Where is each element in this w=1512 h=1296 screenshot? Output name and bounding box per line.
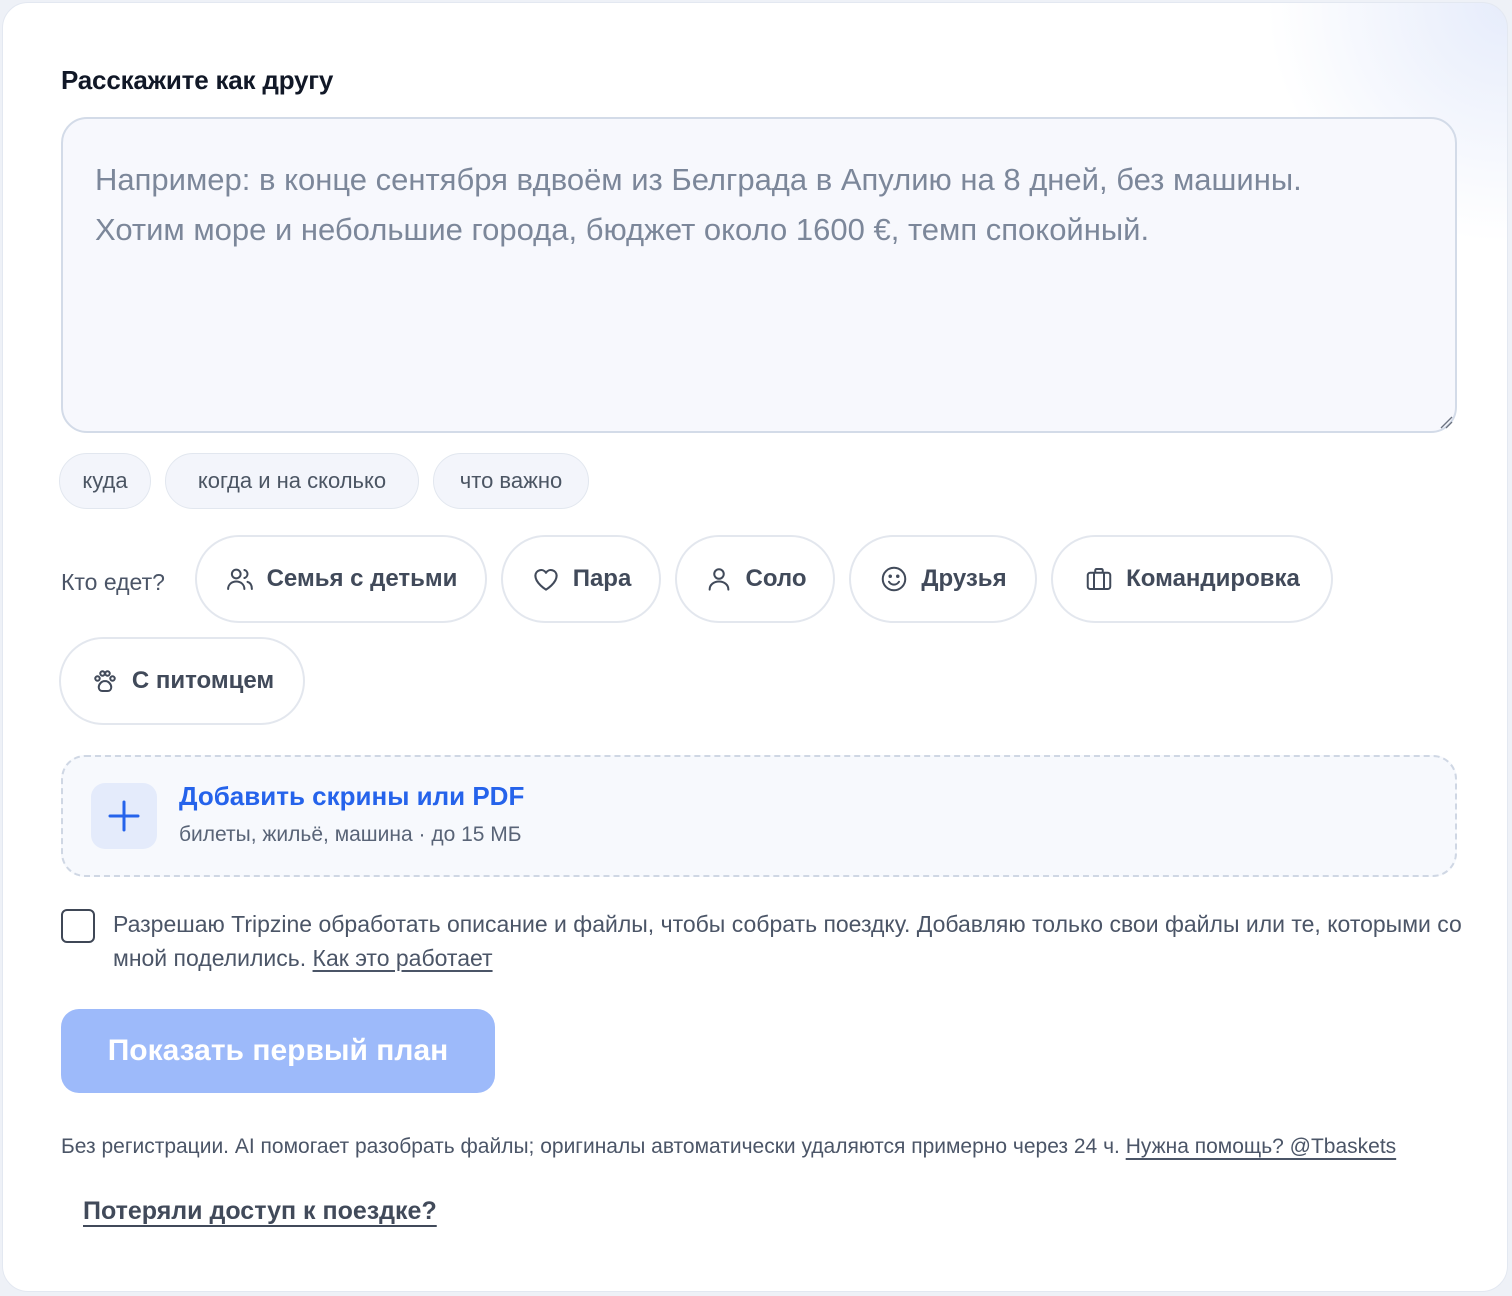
paw-icon xyxy=(94,670,116,692)
traveler-option-label: Командировка xyxy=(1126,565,1300,592)
hint-chip-important[interactable]: что важно xyxy=(433,453,589,509)
traveler-option-label: Пара xyxy=(572,565,632,592)
trip-description-field-wrapper xyxy=(61,117,1457,433)
traveler-option-label: Семья с детьми xyxy=(266,565,458,592)
users-icon xyxy=(226,568,253,590)
upload-subtitle: билеты, жильё, машина · до 15 МБ xyxy=(179,823,522,846)
trip-form-card: Расскажите как другу куда когда и на ско… xyxy=(2,2,1508,1292)
help-link[interactable]: Нужна помощь? @Tbaskets xyxy=(1126,1135,1396,1158)
briefcase-icon xyxy=(1086,568,1112,590)
footer-note: Без регистрации. AI помогает разобрать ф… xyxy=(61,1115,1421,1245)
smile-icon xyxy=(882,566,907,592)
form-title: Расскажите как другу xyxy=(61,65,334,95)
plus-icon xyxy=(108,800,140,832)
add-file-button[interactable] xyxy=(91,783,157,849)
file-upload-dropzone[interactable]: Добавить скрины или PDF билеты, жильё, м… xyxy=(61,755,1457,877)
consent-checkbox[interactable] xyxy=(61,909,95,943)
hint-chip-where[interactable]: куда xyxy=(59,453,151,509)
show-plan-button[interactable]: Показать первый план xyxy=(61,1009,495,1093)
trip-description-textarea[interactable] xyxy=(63,119,1455,431)
traveler-option-solo[interactable]: Соло xyxy=(675,535,835,623)
traveler-option-label: С питомцем xyxy=(131,667,275,694)
traveler-option-friends[interactable]: Друзья xyxy=(849,535,1037,623)
traveler-option-with-pet[interactable]: С питомцем xyxy=(59,637,305,725)
hint-chip-when[interactable]: когда и на сколько xyxy=(165,453,419,509)
heart-icon xyxy=(534,568,558,591)
traveler-option-business-trip[interactable]: Командировка xyxy=(1051,535,1333,623)
traveler-option-label: Друзья xyxy=(921,565,1007,592)
footer-text: Без регистрации. AI помогает разобрать ф… xyxy=(61,1135,1120,1158)
traveler-option-couple[interactable]: Пара xyxy=(501,535,661,623)
consent-text-block: Разрешаю Tripzine обработать описание и … xyxy=(113,907,1463,975)
travelers-label: Кто едет? xyxy=(61,569,165,595)
user-icon xyxy=(708,568,729,591)
traveler-option-label: Соло xyxy=(745,565,807,592)
how-it-works-link[interactable]: Как это работает xyxy=(313,945,493,971)
upload-title[interactable]: Добавить скрины или PDF xyxy=(179,781,524,812)
traveler-option-family[interactable]: Семья с детьми xyxy=(195,535,487,623)
lost-access-link[interactable]: Потеряли доступ к поездке? xyxy=(83,1197,437,1225)
resize-handle-icon[interactable] xyxy=(1439,415,1453,429)
